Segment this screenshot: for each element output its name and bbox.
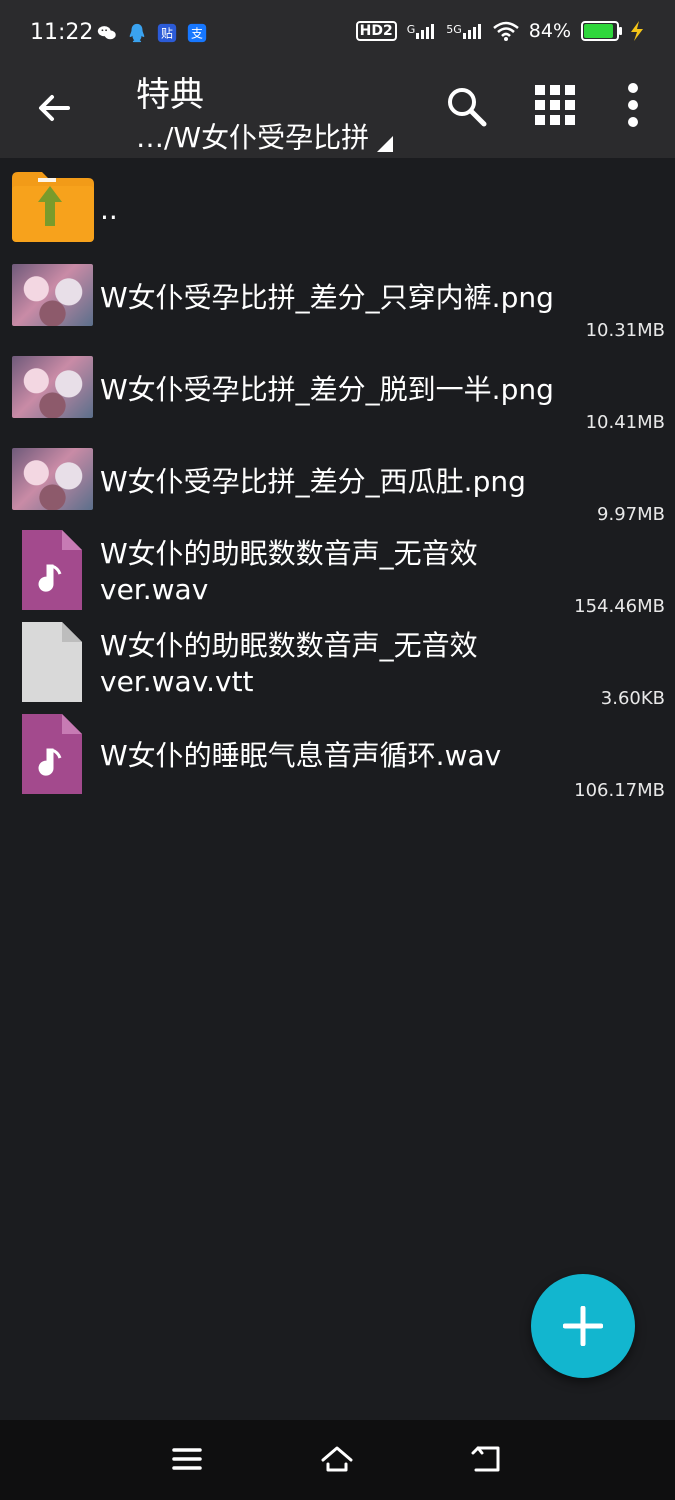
list-item-parent-folder[interactable]: ..	[0, 166, 675, 250]
generic-file-icon	[22, 622, 82, 702]
file-size: 154.46MB	[574, 596, 665, 617]
audio-file-icon	[22, 714, 82, 794]
network-5g-label: 5G	[446, 23, 462, 36]
svg-text:支: 支	[191, 27, 203, 41]
notification-icons: 贴 支	[96, 22, 208, 44]
wifi-icon	[492, 21, 519, 41]
list-item-audio[interactable]: W女仆的睡眠气息音声循环.wav 106.17MB	[0, 712, 675, 802]
file-name-line1: W女仆的助眠数数音声_无音效	[100, 629, 478, 662]
wechat-icon	[97, 26, 116, 40]
list-item-image[interactable]: W女仆受孕比拼_差分_脱到一半.png 10.41MB	[0, 344, 675, 434]
audio-file-icon	[22, 530, 82, 610]
add-button[interactable]	[531, 1274, 635, 1378]
image-thumbnail	[12, 448, 93, 510]
menu-icon[interactable]	[170, 1442, 204, 1476]
battery-icon	[581, 21, 622, 41]
hd-indicator: HD2	[355, 21, 397, 41]
image-thumbnail	[12, 356, 93, 418]
file-name-line1: W女仆的助眠数数音声_无音效	[100, 537, 478, 570]
path-dropdown[interactable]: …/W女仆受孕比拼	[136, 116, 394, 156]
file-size: 10.31MB	[585, 320, 665, 341]
status-indicators: HD2 G 5G 84%	[355, 20, 645, 42]
grid-view-icon[interactable]	[534, 84, 576, 126]
charging-icon	[631, 21, 643, 41]
current-path: …/W女仆受孕比拼	[136, 121, 370, 154]
signal-icon-2: 5G	[446, 23, 483, 39]
page-title: 特典	[136, 75, 204, 115]
more-options-icon[interactable]	[622, 82, 644, 128]
home-icon[interactable]	[320, 1442, 354, 1476]
dropdown-triangle-icon	[377, 136, 394, 152]
file-size: 9.97MB	[597, 504, 665, 525]
list-item-audio[interactable]: W女仆的助眠数数音声_无音效 ver.wav 154.46MB	[0, 528, 675, 618]
status-bar: 11:22 贴 支 HD2 G 5G 84%	[0, 0, 675, 68]
file-size: 10.41MB	[585, 412, 665, 433]
status-time: 11:22	[30, 20, 94, 45]
tieba-icon: 贴	[157, 23, 177, 43]
back-icon[interactable]	[470, 1442, 504, 1476]
network-g-label: G	[406, 23, 416, 36]
app-bar: 特典 …/W女仆受孕比拼	[0, 68, 675, 158]
plus-icon	[563, 1306, 603, 1346]
file-name: W女仆受孕比拼_差分_西瓜肚.png	[100, 465, 526, 498]
signal-icon-1: G	[407, 23, 437, 39]
search-icon[interactable]	[444, 84, 488, 128]
battery-percent: 84%	[528, 20, 571, 42]
file-name: ..	[100, 193, 118, 226]
image-thumbnail	[12, 264, 93, 326]
file-name-line2: ver.wav.vtt	[100, 665, 254, 698]
alipay-icon: 支	[187, 23, 207, 43]
file-name: W女仆的睡眠气息音声循环.wav	[100, 739, 502, 772]
back-arrow-icon[interactable]	[32, 86, 76, 130]
file-size: 106.17MB	[574, 780, 665, 801]
file-name: W女仆受孕比拼_差分_只穿内裤.png	[100, 281, 554, 314]
qq-icon	[129, 23, 145, 43]
svg-text:贴: 贴	[161, 27, 173, 41]
list-item-image[interactable]: W女仆受孕比拼_差分_只穿内裤.png 10.31MB	[0, 252, 675, 342]
folder-up-icon	[12, 172, 94, 242]
file-name-line2: ver.wav	[100, 573, 209, 606]
file-name: W女仆受孕比拼_差分_脱到一半.png	[100, 373, 554, 406]
file-size: 3.60KB	[600, 688, 665, 709]
system-nav-bar	[0, 1420, 675, 1500]
list-item-image[interactable]: W女仆受孕比拼_差分_西瓜肚.png 9.97MB	[0, 436, 675, 526]
list-item-file[interactable]: W女仆的助眠数数音声_无音效 ver.wav.vtt 3.60KB	[0, 620, 675, 710]
battery-fill	[584, 24, 613, 38]
